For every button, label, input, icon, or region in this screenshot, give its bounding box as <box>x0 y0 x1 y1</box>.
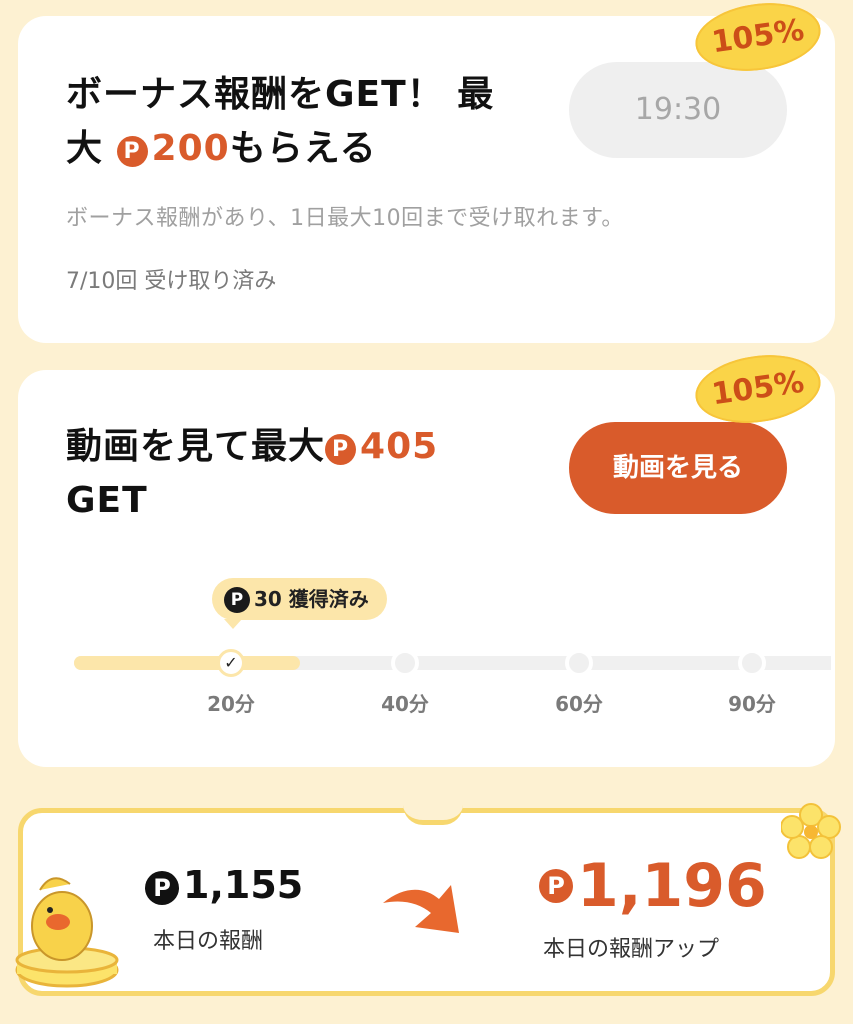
boosted-reward-label: 本日の報酬アップ <box>543 937 720 962</box>
card-notch <box>403 805 463 825</box>
point-coin-icon: P <box>325 434 357 465</box>
earned-tooltip-text: 30 獲得済み <box>254 587 369 611</box>
milestone-label-90: 90分 <box>728 692 776 716</box>
progress-fill <box>74 656 300 670</box>
point-coin-icon: P <box>116 136 148 167</box>
check-icon: ✓ <box>224 653 238 672</box>
milestone-label-60: 60分 <box>555 692 603 716</box>
video-title-line2: GET <box>66 480 148 521</box>
point-coin-icon: P <box>224 587 250 613</box>
milestone-dot-20: ✓ <box>217 649 245 677</box>
today-reward-amount: 1,155 <box>183 863 304 907</box>
reward-summary-card: P 1,155 本日の報酬 P 1,196 本日の報酬アップ <box>18 803 841 996</box>
bonus-count: 7/10回 受け取り済み <box>66 269 277 294</box>
bonus-timer[interactable]: 19:30 <box>569 62 787 158</box>
bonus-title-prefix: 大 <box>66 128 117 169</box>
milestone-dot-90 <box>738 649 766 677</box>
arrow-up-right-icon <box>383 885 459 933</box>
mascot-chick-icon <box>15 877 119 988</box>
bonus-description: ボーナス報酬があり、1日最大10回まで受け取れます。 <box>66 206 624 231</box>
bonus-title-suffix: もらえる <box>229 128 377 169</box>
today-reward-label: 本日の報酬 <box>153 929 264 954</box>
point-coin-icon: P <box>145 871 179 905</box>
video-card: 動画を見て最大 P 405 GET 動画を見る 105% P 30 獲得済み ✓ 20… <box>18 347 835 767</box>
bonus-amount: 200 <box>151 128 230 169</box>
boosted-reward-value: P 1,196 <box>539 851 767 921</box>
boosted-reward-amount: 1,196 <box>577 851 767 921</box>
watch-video-button[interactable]: 動画を見る <box>569 422 787 514</box>
video-amount: 405 <box>360 426 439 467</box>
milestone-dot-40 <box>391 649 419 677</box>
today-reward-value: P 1,155 <box>145 863 303 907</box>
video-title: 動画を見て最大 P 405 GET <box>66 420 536 528</box>
milestone-label-20: 20分 <box>207 692 255 716</box>
video-title-prefix: 動画を見て最大 <box>66 426 326 467</box>
flower-icon <box>781 803 841 859</box>
milestone-label-40: 40分 <box>381 692 429 716</box>
point-coin-icon: P <box>539 869 573 903</box>
earned-tooltip: P 30 獲得済み <box>212 578 387 620</box>
page: ボーナス報酬をGET！ 最 大 P 200もらえる 19:30 105% ボーナス… <box>0 0 853 1024</box>
bonus-title: ボーナス報酬をGET！ 最 大 P 200もらえる <box>66 68 556 176</box>
video-rate-badge: 105% <box>691 347 825 431</box>
bonus-card: ボーナス報酬をGET！ 最 大 P 200もらえる 19:30 105% ボーナス… <box>18 0 835 343</box>
milestone-dot-60 <box>565 649 593 677</box>
bonus-title-line1: ボーナス報酬をGET！ 最 <box>66 74 495 115</box>
tooltip-arrow <box>224 619 242 629</box>
